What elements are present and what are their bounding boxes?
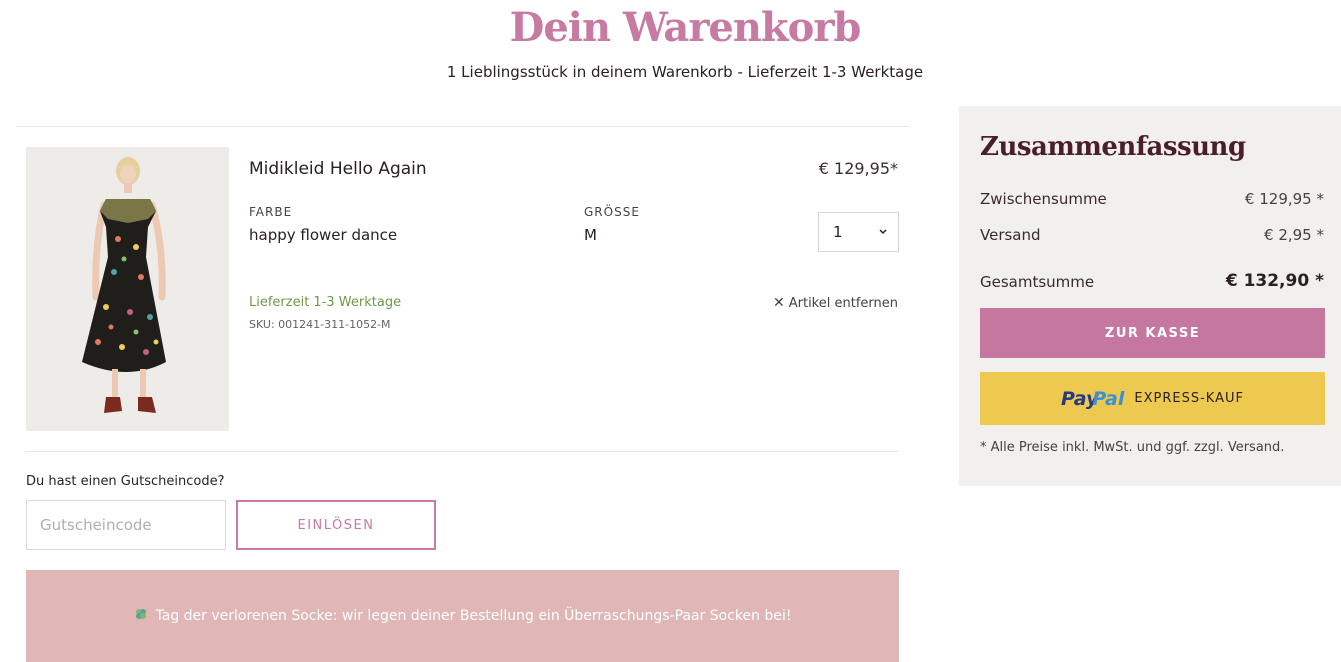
remove-item-label: Artikel entfernen	[788, 296, 898, 311]
delivery-note: Lieferzeit 1-3 Werktage	[249, 295, 402, 310]
shipping-label: Versand	[980, 226, 1041, 244]
product-photo	[26, 147, 229, 431]
paypal-logo: PayPal	[1061, 388, 1124, 410]
paypal-express-label: EXPRESS-KAUF	[1134, 391, 1244, 406]
subtotal-value: € 129,95 *	[1244, 190, 1324, 208]
redeem-button[interactable]: EINLÖSEN	[236, 500, 436, 550]
summary-title: Zusammenfassung	[980, 132, 1246, 162]
paypal-express-button[interactable]: PayPal EXPRESS-KAUF	[980, 372, 1325, 425]
divider	[26, 451, 899, 452]
checkout-button[interactable]: ZUR KASSE	[980, 308, 1325, 358]
page-subtitle: 1 Lieblingsstück in deinem Warenkorb - L…	[446, 63, 924, 81]
close-icon: ✕	[773, 295, 785, 311]
product-name[interactable]: Midikleid Hello Again	[249, 159, 427, 179]
color-value: happy flower dance	[249, 226, 398, 244]
size-value: M	[584, 226, 597, 244]
clover-icon	[134, 607, 148, 625]
price-note: * Alle Preise inkl. MwSt. und ggf. zzgl.…	[980, 440, 1285, 455]
order-summary: Zusammenfassung Zwischensumme € 129,95 *…	[959, 106, 1341, 486]
subtotal-label: Zwischensumme	[980, 190, 1107, 208]
sku-value: 001241-311-1052-M	[278, 318, 391, 331]
quantity-value: 1	[833, 223, 843, 241]
total-value: € 132,90 *	[1225, 271, 1324, 291]
page-title: Dein Warenkorb	[509, 4, 862, 51]
product-image[interactable]	[26, 147, 229, 431]
sku: SKU: 001241-311-1052-M	[249, 318, 391, 331]
divider	[16, 126, 909, 127]
product-price: € 129,95*	[818, 159, 898, 178]
sku-label: SKU:	[249, 318, 275, 331]
remove-item-button[interactable]: ✕ Artikel entfernen	[773, 295, 898, 311]
chevron-down-icon	[878, 213, 888, 267]
paypal-logo-pal: Pal	[1092, 387, 1125, 410]
promo-banner-text: Tag der verlorenen Socke: wir legen dein…	[155, 608, 792, 624]
total-label: Gesamtsumme	[980, 273, 1095, 291]
color-label: FARBE	[249, 205, 293, 219]
voucher-question: Du hast einen Gutscheincode?	[26, 474, 225, 489]
quantity-select[interactable]: 1	[818, 212, 899, 252]
shipping-value: € 2,95 *	[1264, 226, 1324, 244]
size-label: GRÖSSE	[584, 205, 640, 219]
voucher-input[interactable]	[26, 500, 226, 550]
promo-banner: Tag der verlorenen Socke: wir legen dein…	[26, 570, 899, 662]
